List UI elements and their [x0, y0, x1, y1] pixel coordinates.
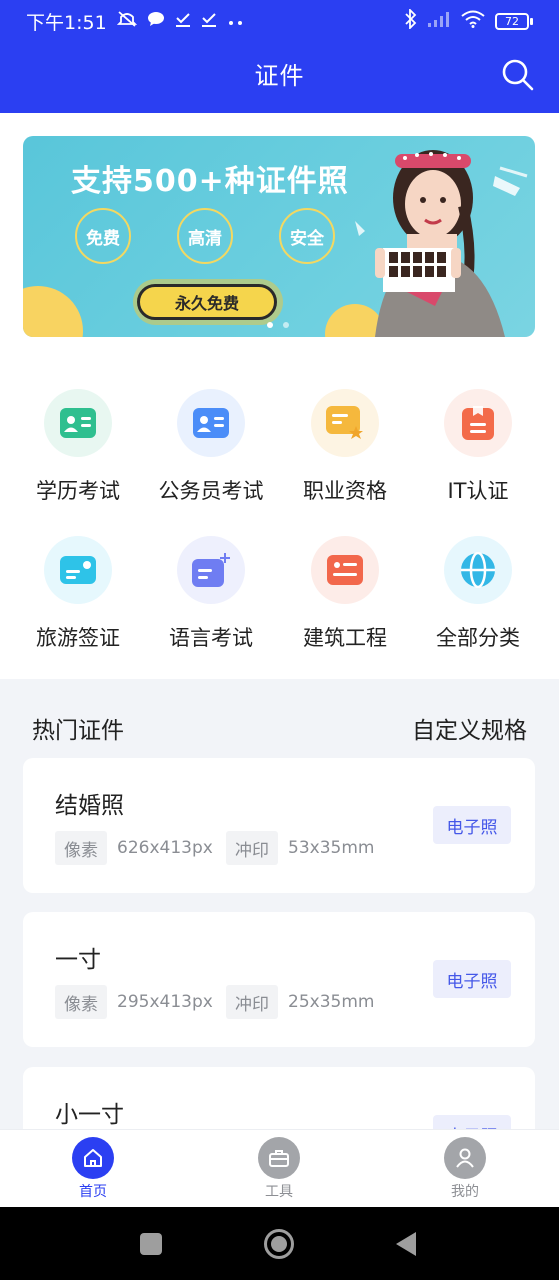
spec-name: 结婚照 [55, 793, 124, 819]
category-language-exam[interactable]: 语言考试 [144, 536, 278, 652]
download-done-icon [201, 11, 217, 32]
spec-card-one-inch[interactable]: 一寸 像素 295x413px 冲印 25x35mm 电子照 [23, 912, 535, 1047]
badge-free: 免费 [75, 208, 131, 264]
category-label: 全部分类 [436, 626, 520, 650]
user-icon [444, 1137, 486, 1179]
carousel-dot[interactable] [267, 322, 273, 328]
category-all[interactable]: 全部分类 [411, 536, 545, 652]
spec-name: 一寸 [55, 947, 101, 973]
category-label: 学历考试 [36, 479, 120, 503]
spec-card-marriage[interactable]: 结婚照 像素 626x413px 冲印 53x35mm 电子照 [23, 758, 535, 893]
category-label: 公务员考试 [158, 479, 264, 503]
chat-icon [147, 11, 165, 32]
tab-label: 首页 [79, 1184, 107, 1200]
banner-cta-button[interactable]: 永久免费 [137, 284, 277, 320]
construction-icon [311, 536, 379, 604]
section-title: 热门证件 [32, 718, 124, 744]
bluetooth-icon [405, 7, 417, 34]
tab-mine[interactable]: 我的 [425, 1137, 505, 1201]
print-value: 25x35mm [288, 992, 375, 1012]
page-title: 证件 [254, 62, 305, 90]
pixel-tag: 像素 [55, 831, 107, 865]
badge-hd: 高清 [177, 208, 233, 264]
pixel-tag: 像素 [55, 985, 107, 1019]
visa-icon [44, 536, 112, 604]
electronic-photo-badge[interactable]: 电子照 [433, 806, 511, 844]
recents-button[interactable] [140, 1233, 162, 1255]
more-notifications-icon [227, 11, 245, 31]
certificate-icon [311, 389, 379, 457]
category-professional-qualification[interactable]: 职业资格 [278, 389, 412, 505]
badge-icon [444, 389, 512, 457]
category-label: 旅游签证 [36, 626, 120, 650]
search-icon [502, 59, 534, 91]
category-construction-engineering[interactable]: 建筑工程 [278, 536, 412, 652]
category-it-certification[interactable]: IT认证 [411, 389, 545, 505]
status-time: 下午1:51 [26, 11, 107, 34]
print-tag: 冲印 [226, 831, 278, 865]
banner-title: 支持500+种证件照 [71, 164, 349, 199]
language-icon [177, 536, 245, 604]
category-travel-visa[interactable]: 旅游签证 [11, 536, 145, 652]
signal-icon [427, 10, 451, 33]
custom-spec-link[interactable]: 自定义规格 [412, 711, 527, 745]
carousel-dot[interactable] [283, 322, 289, 328]
promo-banner[interactable]: 支持500+种证件照 免费 高清 安全 永久免费 [23, 136, 535, 337]
id-card-icon [177, 389, 245, 457]
globe-icon [444, 536, 512, 604]
student-id-icon [44, 389, 112, 457]
spec-name: 小一寸 [55, 1102, 124, 1128]
tab-label: 我的 [451, 1184, 479, 1200]
badge-secure: 安全 [279, 208, 335, 264]
status-bar: 下午1:51 72 [0, 0, 559, 42]
download-done-icon [175, 11, 191, 32]
category-label: 语言考试 [169, 626, 253, 650]
pixel-value: 295x413px [117, 992, 213, 1012]
carousel-dots [267, 322, 289, 328]
search-button[interactable] [501, 58, 535, 92]
category-label: 建筑工程 [303, 626, 387, 650]
wifi-icon [461, 10, 485, 33]
battery-level: 72 [495, 12, 529, 30]
system-nav-bar [0, 1207, 559, 1280]
banner-model-illustration [355, 150, 528, 337]
home-icon [72, 1137, 114, 1179]
bottom-tab-bar: 首页 工具 我的 [0, 1129, 559, 1207]
back-button[interactable] [394, 1231, 418, 1257]
home-button[interactable] [264, 1229, 294, 1259]
category-education-exam[interactable]: 学历考试 [11, 389, 145, 505]
toolbox-icon [258, 1137, 300, 1179]
category-civil-service-exam[interactable]: 公务员考试 [144, 389, 278, 505]
electronic-photo-badge[interactable]: 电子照 [433, 960, 511, 998]
category-label: IT认证 [447, 479, 509, 503]
tab-home[interactable]: 首页 [53, 1137, 133, 1201]
tab-tools[interactable]: 工具 [239, 1137, 319, 1201]
battery-icon: 72 [495, 12, 533, 30]
pixel-value: 626x413px [117, 838, 213, 858]
print-value: 53x35mm [288, 838, 375, 858]
print-tag: 冲印 [226, 985, 278, 1019]
mute-icon [116, 10, 137, 33]
app-header: 下午1:51 72 证件 [0, 0, 559, 113]
category-label: 职业资格 [303, 479, 387, 503]
tab-label: 工具 [265, 1184, 293, 1200]
